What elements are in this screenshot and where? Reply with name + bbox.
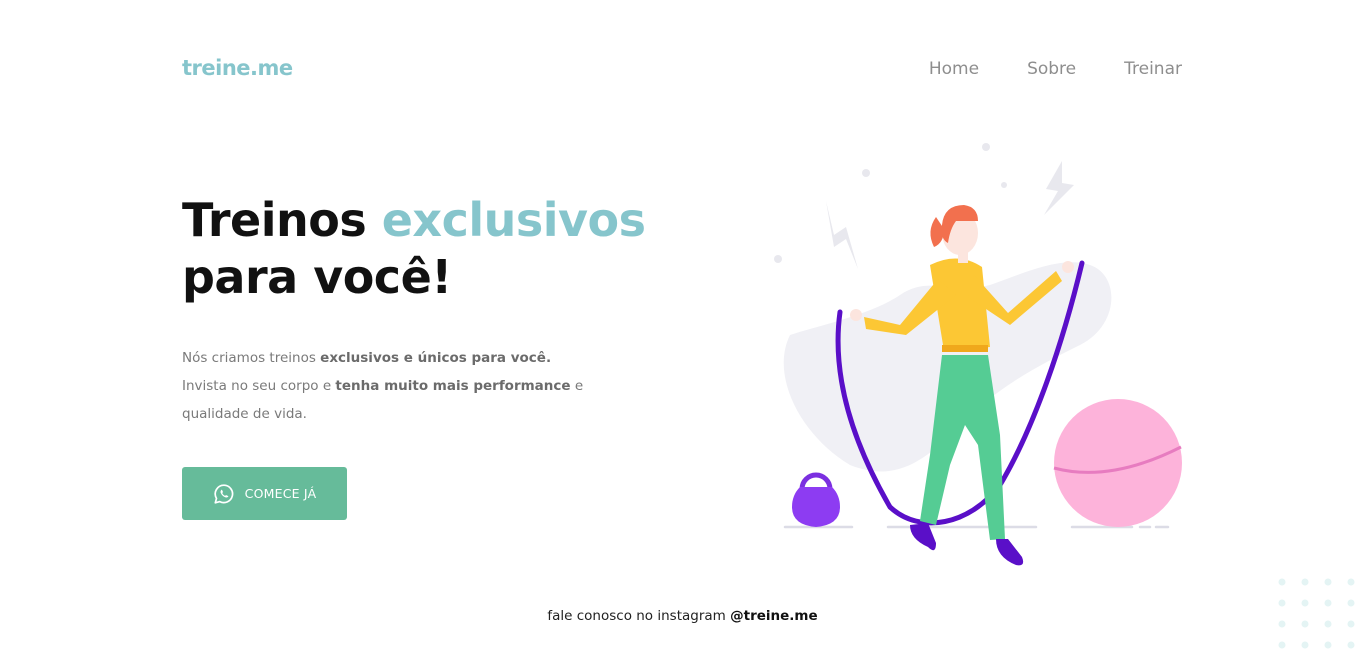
sparkle-dot bbox=[1001, 182, 1007, 188]
whatsapp-icon bbox=[213, 483, 235, 505]
desc-bold: exclusivos e únicos para você. bbox=[320, 350, 552, 366]
workout-illustration bbox=[774, 143, 1182, 566]
sparkle-dot bbox=[982, 143, 990, 151]
hero-title-accent: exclusivos bbox=[381, 193, 646, 247]
lightning-icon bbox=[1044, 161, 1074, 215]
logo[interactable]: treine.me bbox=[182, 56, 293, 80]
instagram-handle[interactable]: @treine.me bbox=[730, 608, 818, 624]
hero-title-part1: Treinos bbox=[182, 193, 367, 247]
dot-pattern bbox=[1278, 578, 1355, 649]
nav-home[interactable]: Home bbox=[929, 58, 979, 80]
main-nav: Home Sobre Treinar bbox=[929, 58, 1182, 80]
desc-text: Nós criamos treinos bbox=[182, 350, 316, 366]
landing-page: treine.me Home Sobre Treinar Treinos exc… bbox=[0, 0, 1365, 655]
comece-ja-label: COMECE JÁ bbox=[244, 486, 317, 501]
hero-title-line2: para você! bbox=[182, 250, 452, 304]
hero-title: Treinos exclusivos para você! bbox=[182, 192, 646, 306]
desc-text: qualidade de vida. bbox=[182, 406, 307, 422]
footer-text: fale conosco no instagram bbox=[547, 608, 726, 624]
desc-bold: tenha muito mais performance bbox=[335, 378, 571, 394]
footer-contact: fale conosco no instagram @treine.me bbox=[0, 608, 1365, 624]
hero-description: Nós criamos treinos exclusivos e únicos … bbox=[182, 344, 602, 428]
kettlebell-icon bbox=[792, 472, 840, 527]
nav-treinar[interactable]: Treinar bbox=[1124, 58, 1182, 80]
desc-text: e bbox=[574, 378, 584, 394]
comece-ja-button[interactable]: COMECE JÁ bbox=[182, 467, 347, 520]
sparkle-dot bbox=[862, 169, 870, 177]
nav-sobre[interactable]: Sobre bbox=[1027, 58, 1076, 80]
sparkle-dot bbox=[774, 255, 782, 263]
desc-text: Invista no seu corpo e bbox=[182, 378, 332, 394]
lightning-icon bbox=[826, 201, 858, 269]
exercise-ball-icon bbox=[1053, 399, 1182, 527]
